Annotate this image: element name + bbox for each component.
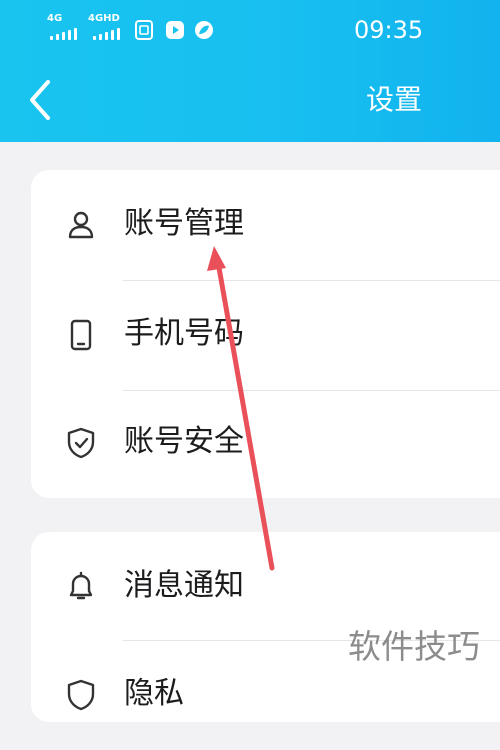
settings-item-phone-number[interactable]: 手机号码 [31,280,500,390]
page-title: 设置 [365,83,422,116]
settings-item-account-management[interactable]: 账号管理 [31,170,500,280]
signal-icon [93,28,123,40]
header-bar: 4G 4GHD 09:35 设置 [0,0,500,142]
settings-group-account: 账号管理 手机号码 账号安全 [31,170,500,498]
watermark: 软件技巧 [348,627,480,666]
sim-icon [135,20,153,40]
signal-label-2: 4GHD [88,13,120,24]
shield-icon [67,427,95,459]
phone-icon [70,319,92,351]
user-icon [68,211,94,239]
signal-label-1: 4G [47,13,63,24]
shield-icon [67,679,95,711]
settings-item-account-security[interactable]: 账号安全 [31,388,500,498]
settings-item-label: 账号管理 [124,206,244,241]
settings-item-label: 账号安全 [124,424,244,459]
video-app-icon [166,21,184,39]
leaf-app-icon [195,21,213,39]
chevron-left-icon[interactable] [26,78,58,122]
settings-item-label: 消息通知 [124,568,244,603]
bell-icon [69,571,93,600]
status-bar: 4G 4GHD 09:35 [0,0,500,62]
settings-item-label: 手机号码 [124,316,244,351]
signal-icon [50,28,80,40]
clock: 09:35 [354,16,424,44]
settings-item-label: 隐私 [124,676,184,711]
